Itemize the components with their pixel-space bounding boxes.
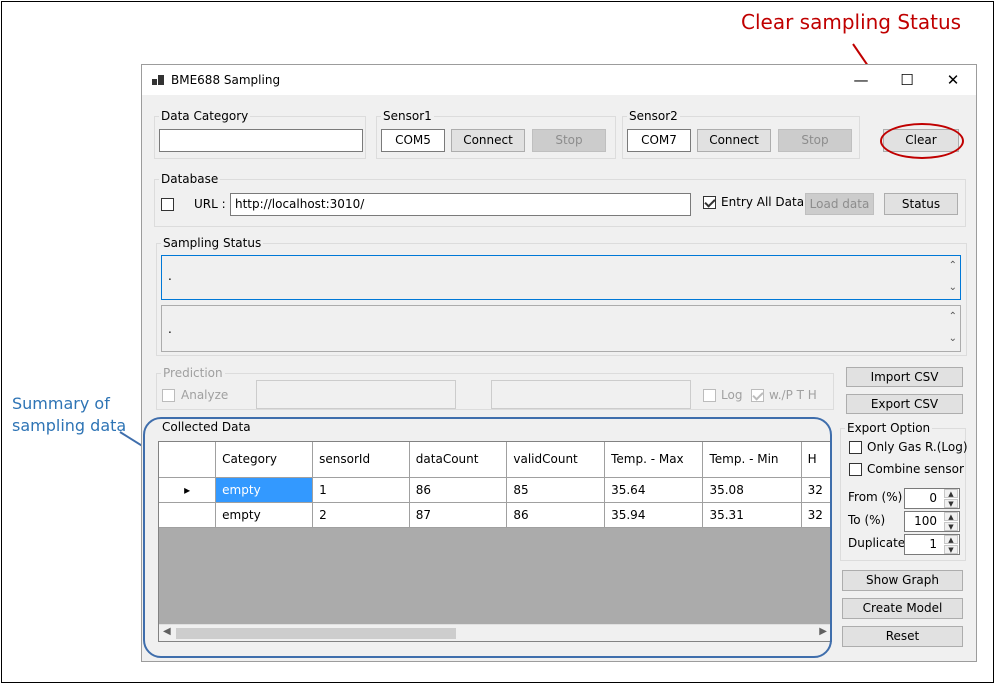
spin-up-icon[interactable]: ▲ xyxy=(944,489,958,498)
combine-sensor-checkbox[interactable] xyxy=(849,463,862,476)
sampling-status-text-2: . xyxy=(168,322,172,336)
sensor1-legend: Sensor1 xyxy=(383,109,432,123)
data-category-legend: Data Category xyxy=(161,109,249,123)
app-icon xyxy=(152,75,164,85)
entry-all-data-label: Entry All Data xyxy=(721,195,805,209)
wpth-label: w./P T H xyxy=(769,388,817,402)
database-legend: Database xyxy=(161,172,219,186)
sensor2-stop-button[interactable]: Stop xyxy=(778,129,852,152)
duplicate-label: Duplicate xyxy=(848,536,906,550)
log-label: Log xyxy=(721,388,743,402)
export-option-legend: Export Option xyxy=(847,421,931,435)
wpth-checkbox[interactable] xyxy=(751,389,764,402)
only-gas-checkbox[interactable] xyxy=(849,441,862,454)
sensor1-stop-button[interactable]: Stop xyxy=(532,129,606,152)
duplicate-stepper[interactable]: 1 ▲ ▼ xyxy=(904,534,960,555)
close-button[interactable]: ✕ xyxy=(930,65,976,95)
grid-highlight-box xyxy=(143,417,832,658)
prediction-legend: Prediction xyxy=(163,366,223,380)
url-label: URL : xyxy=(194,197,226,211)
spin-up-icon[interactable]: ▲ xyxy=(944,535,958,544)
spin-down-icon[interactable]: ▼ xyxy=(944,522,958,531)
title-bar: BME688 Sampling — ☐ ✕ xyxy=(142,65,976,95)
to-value: 100 xyxy=(914,514,937,528)
import-csv-button[interactable]: Import CSV xyxy=(846,367,963,387)
maximize-button[interactable]: ☐ xyxy=(884,65,930,95)
to-stepper[interactable]: 100 ▲ ▼ xyxy=(904,511,960,532)
entry-all-data-checkbox[interactable] xyxy=(703,196,716,209)
clear-highlight-ellipse xyxy=(880,123,964,159)
scroll-down-icon[interactable]: ⌄ xyxy=(949,282,957,293)
window-title: BME688 Sampling xyxy=(171,73,281,87)
from-value: 0 xyxy=(929,491,937,505)
scroll-down-icon[interactable]: ⌄ xyxy=(949,333,957,344)
spin-up-icon[interactable]: ▲ xyxy=(944,512,958,521)
load-data-button[interactable]: Load data xyxy=(805,193,874,215)
show-graph-button[interactable]: Show Graph xyxy=(842,570,963,591)
create-model-button[interactable]: Create Model xyxy=(842,598,963,619)
scroll-up-icon[interactable]: ⌃ xyxy=(949,260,957,271)
duplicate-value: 1 xyxy=(929,537,937,551)
database-enable-checkbox[interactable] xyxy=(161,198,174,211)
sensor2-port-field[interactable]: COM7 xyxy=(627,129,691,152)
prediction-result-field-1 xyxy=(256,380,456,409)
sampling-status-box-1[interactable]: . ⌃ ⌄ xyxy=(161,255,961,300)
data-category-input[interactable] xyxy=(159,129,363,152)
log-checkbox[interactable] xyxy=(703,389,716,402)
sensor2-legend: Sensor2 xyxy=(629,109,678,123)
scroll-up-icon[interactable]: ⌃ xyxy=(949,311,957,322)
url-input[interactable]: http://localhost:3010/ xyxy=(230,193,691,216)
sampling-status-text-1: . xyxy=(168,269,172,283)
sensor1-connect-button[interactable]: Connect xyxy=(451,129,525,152)
from-label: From (%) xyxy=(848,490,903,504)
spin-down-icon[interactable]: ▼ xyxy=(944,499,958,508)
sensor2-connect-button[interactable]: Connect xyxy=(697,129,771,152)
export-csv-button[interactable]: Export CSV xyxy=(846,394,963,414)
prediction-result-field-2 xyxy=(491,380,691,409)
only-gas-label: Only Gas R.(Log) xyxy=(867,440,968,454)
minimize-button[interactable]: — xyxy=(838,65,884,95)
sampling-status-legend: Sampling Status xyxy=(163,236,262,250)
sampling-status-box-2[interactable]: . ⌃ ⌄ xyxy=(161,305,961,352)
analyze-label: Analyze xyxy=(181,388,229,402)
to-label: To (%) xyxy=(848,513,886,527)
reset-button[interactable]: Reset xyxy=(842,626,963,647)
from-stepper[interactable]: 0 ▲ ▼ xyxy=(904,488,960,509)
analyze-checkbox[interactable] xyxy=(162,389,175,402)
sensor1-port-field[interactable]: COM5 xyxy=(381,129,445,152)
spin-down-icon[interactable]: ▼ xyxy=(944,545,958,554)
combine-sensor-label: Combine sensor xyxy=(867,462,964,476)
status-button[interactable]: Status xyxy=(884,193,958,215)
